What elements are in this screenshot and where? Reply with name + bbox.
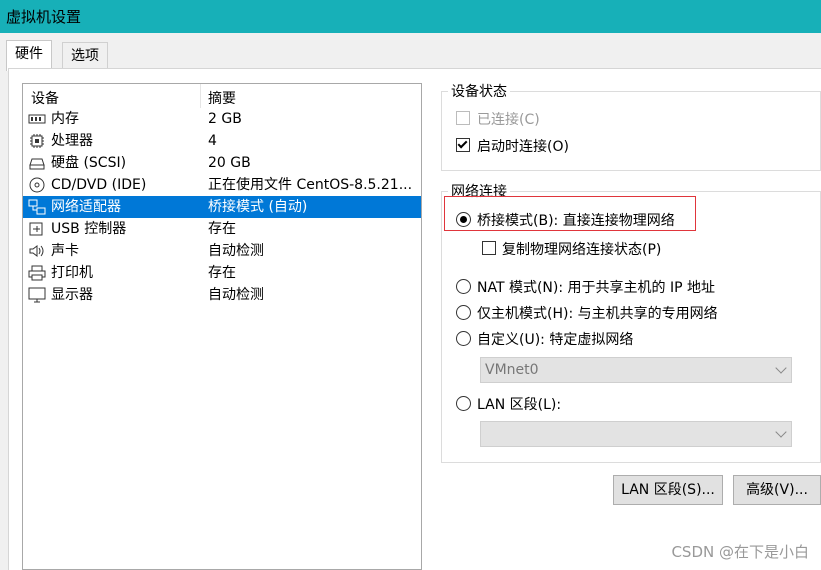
tab-hardware[interactable]: 硬件 [6, 40, 52, 71]
device-summary: 桥接模式 (自动) [208, 199, 308, 215]
header-summary[interactable]: 摘要 [208, 88, 236, 108]
device-name: 内存 [51, 111, 79, 127]
connect-on-start-checkbox[interactable] [456, 138, 470, 152]
radio-dot [460, 216, 467, 223]
device-summary: 20 GB [208, 155, 251, 171]
connected-checkbox[interactable] [456, 111, 470, 125]
device-summary: 自动检测 [208, 287, 264, 303]
printer-icon [28, 265, 46, 281]
device-name: 网络适配器 [51, 199, 121, 215]
header-device[interactable]: 设备 [31, 88, 59, 108]
lan-segment-radio[interactable] [456, 396, 471, 411]
device-summary: 正在使用文件 CentOS-8.5.21... [208, 177, 413, 193]
custom-network-value: VMnet0 [485, 362, 539, 378]
device-name: 显示器 [51, 287, 93, 303]
lan-segment-label[interactable]: LAN 区段(L): [477, 394, 561, 414]
device-summary: 4 [208, 133, 217, 149]
device-row-harddisk[interactable]: 硬盘 (SCSI) 20 GB [23, 152, 421, 174]
custom-label[interactable]: 自定义(U): 特定虚拟网络 [477, 329, 633, 349]
device-name: 硬盘 (SCSI) [51, 155, 127, 171]
device-summary: 存在 [208, 221, 236, 237]
device-name: 打印机 [51, 265, 93, 281]
device-list-header: 设备 摘要 [23, 84, 421, 108]
advanced-button[interactable]: 高级(V)... [733, 475, 821, 505]
device-row-cddvd[interactable]: CD/DVD (IDE) 正在使用文件 CentOS-8.5.21... [23, 174, 421, 196]
device-name: 声卡 [51, 243, 79, 259]
chevron-down-icon [775, 426, 787, 438]
host-only-radio[interactable] [456, 305, 471, 320]
check-mark-icon [457, 138, 468, 149]
device-status-group: 设备状态 [441, 81, 821, 171]
nat-label[interactable]: NAT 模式(N): 用于共享主机的 IP 地址 [477, 277, 715, 297]
usb-icon [29, 222, 43, 236]
cd-icon [29, 177, 45, 193]
device-row-network-adapter[interactable]: 网络适配器 桥接模式 (自动) [23, 196, 421, 218]
device-row-sound[interactable]: 声卡 自动检测 [23, 240, 421, 262]
device-summary: 存在 [208, 265, 236, 281]
cpu-icon [30, 134, 44, 148]
host-only-label[interactable]: 仅主机模式(H): 与主机共享的专用网络 [477, 303, 718, 323]
bridged-radio[interactable] [456, 212, 471, 227]
replicate-state-label[interactable]: 复制物理网络连接状态(P) [502, 239, 661, 259]
lan-segment-select[interactable] [480, 421, 792, 447]
window-title: 虚拟机设置 [6, 8, 82, 26]
custom-network-select[interactable]: VMnet0 [480, 357, 792, 383]
watermark: CSDN @在下是小白 [671, 543, 809, 561]
device-status-legend: 设备状态 [448, 81, 510, 101]
replicate-state-checkbox[interactable] [482, 241, 496, 255]
device-row-processor[interactable]: 处理器 4 [23, 130, 421, 152]
title-bar: 虚拟机设置 [0, 0, 821, 33]
connected-label[interactable]: 已连接(C) [477, 109, 540, 129]
device-summary: 自动检测 [208, 243, 264, 259]
memory-icon [28, 114, 46, 124]
connect-on-start-label[interactable]: 启动时连接(O) [477, 136, 569, 156]
device-name: 处理器 [51, 133, 93, 149]
chevron-down-icon [775, 362, 787, 374]
monitor-icon [28, 287, 46, 303]
device-row-display[interactable]: 显示器 自动检测 [23, 284, 421, 306]
harddisk-icon [29, 158, 45, 170]
speaker-icon [29, 245, 44, 257]
device-name: USB 控制器 [51, 221, 127, 237]
bridged-label[interactable]: 桥接模式(B): 直接连接物理网络 [477, 210, 675, 230]
device-row-usb[interactable]: USB 控制器 存在 [23, 218, 421, 240]
device-row-printer[interactable]: 打印机 存在 [23, 262, 421, 284]
tab-options[interactable]: 选项 [62, 42, 108, 70]
device-name: CD/DVD (IDE) [51, 177, 147, 193]
device-list[interactable]: 设备 摘要 内存 2 GB 处理器 4 硬盘 (SCSI) 20 GB CD/D… [22, 83, 422, 570]
column-divider[interactable] [200, 84, 201, 108]
lan-segments-button[interactable]: LAN 区段(S)... [613, 475, 723, 505]
device-summary: 2 GB [208, 111, 242, 127]
custom-radio[interactable] [456, 331, 471, 346]
tab-bar: 硬件 选项 [0, 33, 821, 71]
device-row-memory[interactable]: 内存 2 GB [23, 108, 421, 130]
network-icon [28, 199, 46, 215]
nat-radio[interactable] [456, 279, 471, 294]
